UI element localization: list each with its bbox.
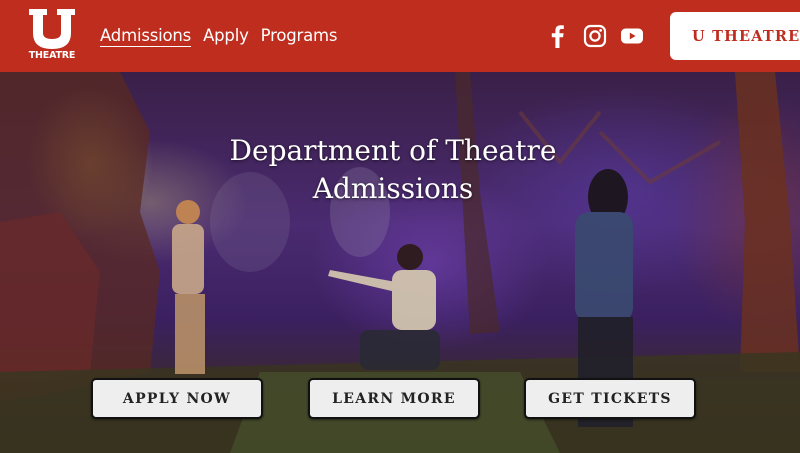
theatre-logo[interactable]: THEATRE: [27, 9, 77, 64]
page-title: Department of Theatre Admissions: [0, 132, 786, 208]
youtube-icon[interactable]: [620, 24, 644, 48]
actor-center: [328, 244, 440, 370]
hero-banner: Department of Theatre Admissions APPLY N…: [0, 72, 800, 453]
instagram-icon[interactable]: [583, 24, 607, 48]
facebook-icon[interactable]: [549, 24, 565, 48]
nav-item-programs[interactable]: Programs: [261, 26, 338, 47]
u-block-logo-icon: [29, 9, 75, 49]
nav-item-apply[interactable]: Apply: [203, 26, 249, 47]
u-theatre-button[interactable]: U THEATRE: [670, 12, 800, 60]
learn-more-button[interactable]: LEARN MORE: [308, 378, 480, 419]
page-title-line1: Department of Theatre: [229, 134, 557, 167]
actor-left: [172, 200, 205, 374]
main-nav: Admissions Apply Programs: [100, 26, 337, 47]
page-title-line2: Admissions: [312, 172, 474, 205]
apply-now-button[interactable]: APPLY NOW: [91, 378, 263, 419]
nav-item-admissions[interactable]: Admissions: [100, 26, 191, 47]
get-tickets-button[interactable]: GET TICKETS: [524, 378, 696, 419]
logo-text: THEATRE: [28, 50, 76, 61]
site-header: THEATRE Admissions Apply Programs U THEA…: [0, 0, 800, 72]
